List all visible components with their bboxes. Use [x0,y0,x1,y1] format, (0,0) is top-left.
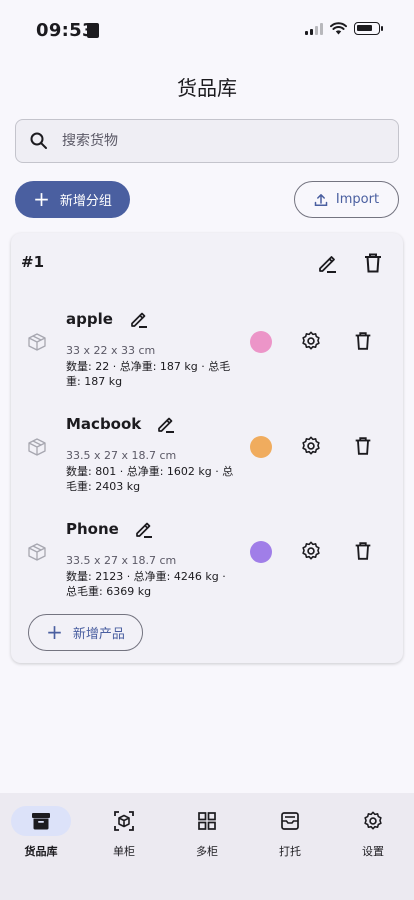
status-time: 09:53 [36,20,95,41]
box-scan-icon [114,811,134,831]
page-title: 货品库 [177,76,237,100]
delete-product-icon[interactable] [352,435,374,457]
group-title: #1 [21,253,45,271]
nav-label: 单柜 [113,845,135,858]
nav-item-settings[interactable]: 设置 [338,806,408,859]
add-group-button[interactable]: + 新增分组 [15,181,130,218]
edit-product-icon[interactable] [134,519,154,539]
pallet-icon [281,812,299,830]
nav-item-single-container[interactable]: 单柜 [89,806,159,859]
product-color-dot[interactable] [250,331,272,353]
nav-pill [94,806,154,836]
nav-pill [343,806,403,836]
upload-icon [314,193,328,206]
product-stats: 数量: 801 · 总净重: 1602 kg · 总毛重: 2403 kg [66,465,234,493]
gear-icon[interactable] [300,540,322,562]
add-group-label: 新增分组 [59,194,112,209]
add-product-label: 新增产品 [72,627,125,642]
product-item[interactable]: Macbook 33.5 x 27 x 18.7 cm 数量: 801 · 总净… [11,415,403,515]
gear-icon[interactable] [300,435,322,457]
status-indicators [305,22,383,35]
plus-icon: + [46,619,63,644]
product-name: apple [66,310,113,328]
search-bar[interactable] [15,119,399,163]
nav-label: 货品库 [24,845,58,858]
signal-icon [305,22,323,35]
archive-icon [32,813,50,830]
group-card: #1 apple 33 x 22 x 33 cm 数量: 22 · 总净重: 1… [11,233,403,663]
product-stats: 数量: 2123 · 总净重: 4246 kg · 总毛重: 6369 kg [66,570,226,598]
battery-icon [354,22,383,35]
nav-item-pallet[interactable]: 打托 [255,806,325,859]
product-dimensions: 33.5 x 27 x 18.7 cm [66,449,177,462]
edit-group-icon[interactable] [315,251,339,275]
box-icon [28,438,46,456]
delete-product-icon[interactable] [352,540,374,562]
nav-item-multi-container[interactable]: 多柜 [172,806,242,859]
box-icon [28,333,46,351]
nav-pill [260,806,320,836]
gear-icon [364,811,382,830]
import-button[interactable]: Import [294,181,399,218]
edit-product-icon[interactable] [129,309,149,329]
add-product-button[interactable]: + 新增产品 [28,614,143,651]
box-icon [28,543,46,561]
plus-icon: + [33,186,50,211]
gear-icon[interactable] [300,330,322,352]
delete-product-icon[interactable] [352,330,374,352]
id-card-icon [87,23,99,38]
search-icon [30,132,47,149]
import-label: Import [335,192,380,207]
search-input[interactable] [62,133,362,149]
nav-label: 多柜 [196,845,218,858]
wifi-icon [330,22,347,35]
product-color-dot[interactable] [250,541,272,563]
bottom-navigation: 货品库 单柜 多柜 打托 设置 [0,793,414,900]
edit-product-icon[interactable] [156,414,176,434]
product-name: Macbook [66,415,142,433]
nav-active-indicator [11,806,71,836]
product-dimensions: 33 x 22 x 33 cm [66,344,156,357]
grid-icon [198,812,216,830]
product-stats: 数量: 22 · 总净重: 187 kg · 总毛重: 187 kg [66,360,231,388]
nav-label: 打托 [279,845,301,858]
product-color-dot[interactable] [250,436,272,458]
product-name: Phone [66,520,119,538]
status-bar: 09:53 [0,0,414,60]
product-item[interactable]: apple 33 x 22 x 33 cm 数量: 22 · 总净重: 187 … [11,310,403,410]
nav-pill [177,806,237,836]
nav-label: 设置 [362,845,384,858]
nav-item-inventory[interactable]: 货品库 [6,806,76,859]
product-item[interactable]: Phone 33.5 x 27 x 18.7 cm 数量: 2123 · 总净重… [11,520,403,620]
delete-group-icon[interactable] [361,251,385,275]
product-dimensions: 33.5 x 27 x 18.7 cm [66,554,177,567]
